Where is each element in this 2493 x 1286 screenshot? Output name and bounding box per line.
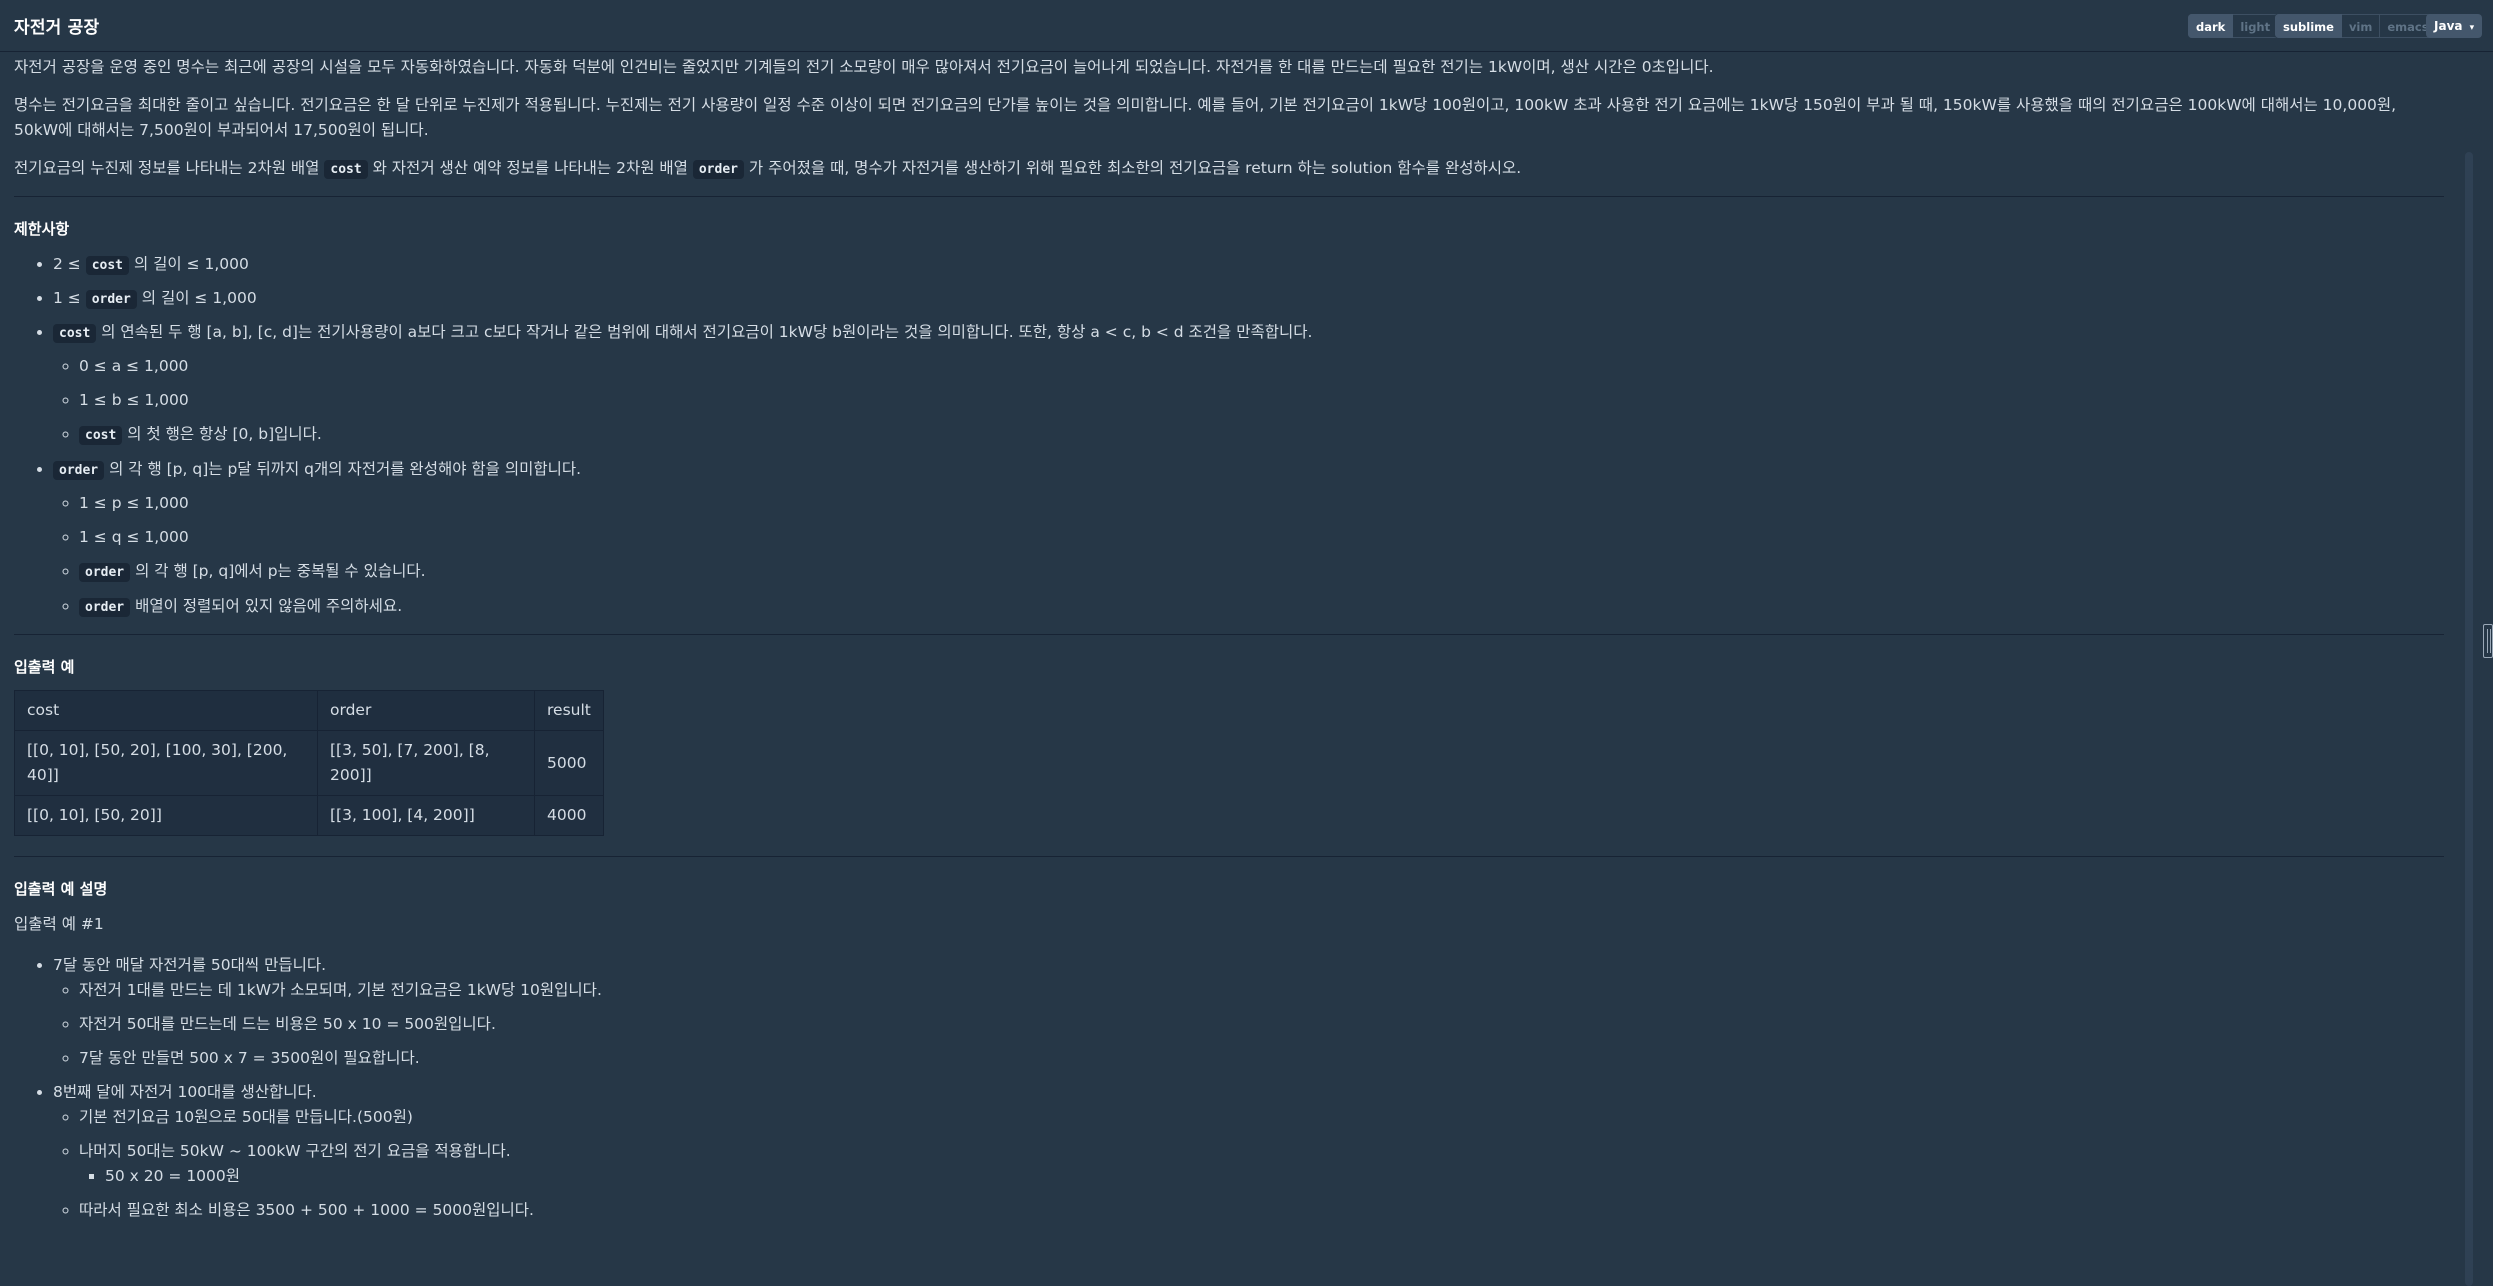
explanation-subitem: 나머지 50대는 50kW ~ 100kW 구간의 전기 요금을 적용합니다. …: [79, 1139, 2444, 1189]
constraint-subitem: 0 ≤ a ≤ 1,000: [79, 354, 2444, 379]
explanation-subsubitem: 50 x 20 = 1000원: [105, 1164, 2444, 1189]
constraint-subitem: 1 ≤ q ≤ 1,000: [79, 525, 2444, 550]
explanation-item: 8번째 달에 자전거 100대를 생산합니다. 기본 전기요금 10원으로 50…: [53, 1080, 2444, 1223]
divider: [14, 856, 2444, 857]
language-label: Java: [2434, 19, 2463, 33]
top-bar: 자전거 공장 dark light sublime vim emacs Java…: [0, 0, 2493, 52]
column-header: result: [534, 690, 604, 731]
constraint-subitem: order 의 각 행 [p, q]에서 p는 중복될 수 있습니다.: [79, 559, 2444, 585]
column-header: order: [317, 690, 535, 731]
description-paragraph-2: 명수는 전기요금을 최대한 줄이고 싶습니다. 전기요금은 한 달 단위로 누진…: [14, 96, 2397, 139]
problem-description-panel[interactable]: 자전거 공장을 운영 중인 명수는 최근에 공장의 시설을 모두 자동화하였습니…: [0, 52, 2458, 1234]
constraints-list: 2 ≤ cost 의 길이 ≤ 1,000 1 ≤ order 의 길이 ≤ 1…: [53, 252, 2444, 620]
examples-heading: 입출력 예: [14, 658, 75, 676]
description-paragraph-3: 전기요금의 누진제 정보를 나타내는 2차원 배열 cost 와 자전거 생산 …: [14, 159, 1522, 179]
table-row: [[0, 10], [50, 20]] [[3, 100], [4, 200]]…: [14, 795, 604, 836]
table-cell: [[0, 10], [50, 20], [100, 30], [200, 40]…: [14, 730, 318, 796]
constraint-subitem: 1 ≤ p ≤ 1,000: [79, 491, 2444, 516]
constraint-item: 2 ≤ cost 의 길이 ≤ 1,000: [53, 252, 2444, 278]
constraint-item: 1 ≤ order 의 길이 ≤ 1,000: [53, 286, 2444, 312]
description-paragraph-1: 자전거 공장을 운영 중인 명수는 최근에 공장의 시설을 모두 자동화하였습니…: [14, 58, 1714, 76]
theme-dark-button[interactable]: dark: [2188, 14, 2234, 38]
table-header-row: cost order result: [14, 690, 604, 731]
explanation-subheading: 입출력 예 #1: [14, 915, 104, 933]
table-cell: 5000: [534, 730, 604, 796]
code-cost: cost: [324, 160, 368, 179]
divider: [14, 634, 2444, 635]
explanation-subitem: 기본 전기요금 10원으로 50대를 만듭니다.(500원): [79, 1105, 2444, 1130]
constraint-subitem: cost 의 첫 행은 항상 [0, b]입니다.: [79, 422, 2444, 448]
table-cell: [[3, 100], [4, 200]]: [317, 795, 535, 836]
explanation-subitem: 자전거 50대를 만드는데 드는 비용은 50 x 10 = 500원입니다.: [79, 1012, 2444, 1037]
caret-down-icon: ▾: [2469, 23, 2475, 33]
problem-title: 자전거 공장: [14, 18, 100, 38]
editor-vim-button[interactable]: vim: [2341, 14, 2381, 38]
editor-sublime-button[interactable]: sublime: [2275, 14, 2342, 38]
table-row: [[0, 10], [50, 20], [100, 30], [200, 40]…: [14, 730, 604, 796]
panel-resize-handle-icon[interactable]: [2483, 624, 2493, 658]
explanation-subitem: 따라서 필요한 최소 비용은 3500 + 500 + 1000 = 5000원…: [79, 1198, 2444, 1223]
table-cell: [[0, 10], [50, 20]]: [14, 795, 318, 836]
language-dropdown[interactable]: Java ▾: [2426, 14, 2483, 38]
theme-light-button[interactable]: light: [2233, 14, 2279, 38]
table-cell: 4000: [534, 795, 604, 836]
explanation-subitem: 자전거 1대를 만드는 데 1kW가 소모되며, 기본 전기요금은 1kW당 1…: [79, 978, 2444, 1003]
explanation-heading: 입출력 예 설명: [14, 880, 108, 898]
theme-toggle: dark light: [2188, 14, 2279, 38]
constraint-item: cost 의 연속된 두 행 [a, b], [c, d]는 전기사용량이 a보…: [53, 320, 2444, 448]
constraint-subitem: 1 ≤ b ≤ 1,000: [79, 388, 2444, 413]
editor-mode-toggle: sublime vim emacs: [2275, 14, 2437, 38]
constraint-item: order 의 각 행 [p, q]는 p달 뒤까지 q개의 자전거를 완성해야…: [53, 457, 2444, 620]
table-cell: [[3, 50], [7, 200], [8, 200]]: [317, 730, 535, 796]
constraint-subitem: order 배열이 정렬되어 있지 않음에 주의하세요.: [79, 594, 2444, 620]
scrollbar-thumb[interactable]: [2465, 152, 2473, 1286]
constraints-heading: 제한사항: [14, 220, 70, 238]
explanation-item: 7달 동안 매달 자전거를 50대씩 만듭니다. 자전거 1대를 만드는 데 1…: [53, 953, 2444, 1071]
divider: [14, 196, 2444, 197]
explanation-list: 7달 동안 매달 자전거를 50대씩 만듭니다. 자전거 1대를 만드는 데 1…: [53, 953, 2444, 1223]
examples-table: cost order result [[0, 10], [50, 20], [1…: [14, 690, 604, 836]
code-order: order: [692, 160, 744, 179]
column-header: cost: [14, 690, 318, 731]
explanation-subitem: 7달 동안 만들면 500 x 7 = 3500원이 필요합니다.: [79, 1046, 2444, 1071]
